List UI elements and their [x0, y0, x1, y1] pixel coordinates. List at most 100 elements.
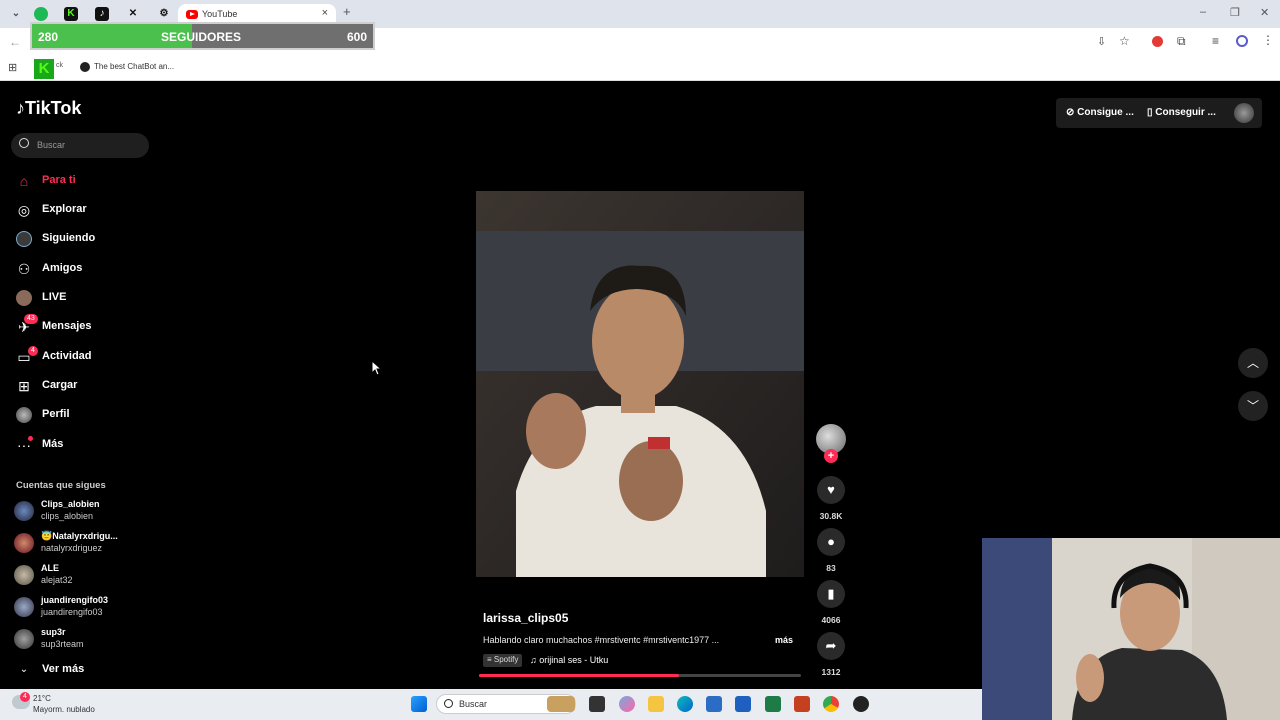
video-author[interactable]: larissa_clips05 — [483, 611, 568, 625]
followed-account[interactable]: 😇Natalyrxdrigu... natalyrxdriguez — [14, 529, 154, 557]
comment-icon: ● — [827, 534, 835, 549]
avatar — [14, 533, 34, 553]
get-coins-button[interactable]: ⊘ Consigue ... — [1066, 107, 1134, 118]
chevron-up-icon: ︿ — [1246, 356, 1259, 370]
comment-button[interactable]: ● — [817, 528, 845, 556]
maximize-icon[interactable]: ❐ — [1230, 6, 1240, 19]
video-caption: Hablando claro muchachos #mrstiventc #mr… — [483, 635, 720, 645]
sidebar-item-cargar[interactable]: ⊞ Cargar — [14, 375, 154, 397]
follower-goal: 600 — [346, 30, 367, 44]
get-app-button[interactable]: ▯ Conseguir ... — [1147, 107, 1216, 118]
spotify-tab-icon[interactable] — [34, 7, 48, 21]
account-name: sup3r — [41, 627, 66, 637]
video-progress-fill — [479, 674, 679, 677]
sidebar-item-label: Más — [42, 438, 64, 450]
avatar — [14, 501, 34, 521]
sidebar-item-perfil[interactable]: Perfil — [14, 404, 154, 426]
account-handle: clips_alobien — [41, 511, 94, 521]
follow-plus-button[interactable]: + — [824, 449, 838, 463]
search-icon — [19, 138, 29, 148]
chevron-down-icon: ﹀ — [1246, 399, 1259, 413]
avatar — [14, 629, 34, 649]
sidebar-item-mas[interactable]: ··· Más — [14, 434, 154, 456]
sound-name: orijinal ses - Utku — [539, 655, 609, 665]
excel-icon[interactable] — [765, 696, 781, 712]
avatar — [14, 565, 34, 585]
sidebar-item-label: Mensajes — [42, 320, 92, 332]
taskbar-search-input[interactable]: Buscar — [436, 694, 576, 714]
store-icon[interactable] — [706, 696, 722, 712]
media-icon[interactable]: ≡ — [1212, 34, 1219, 48]
sidebar-item-amigos[interactable]: ⚇ Amigos — [14, 258, 154, 280]
bookmark-icon: ▮ — [827, 586, 835, 601]
profile-avatar-icon — [16, 407, 32, 423]
next-video-button[interactable]: ﹀ — [1238, 391, 1268, 421]
x-tab-icon[interactable]: ✕ — [126, 7, 140, 21]
spotify-tag[interactable]: ≡ Spotify — [483, 654, 523, 667]
sidebar-item-siguiendo[interactable]: Siguiendo — [14, 228, 154, 250]
minimize-icon[interactable]: – — [1200, 6, 1206, 18]
sidebar-item-label: Actividad — [42, 350, 92, 362]
windows-start-icon[interactable] — [411, 696, 427, 712]
taskbar-search-placeholder: Buscar — [459, 699, 488, 709]
video-progress-bar[interactable] — [479, 674, 801, 677]
close-window-icon[interactable]: ✕ — [1260, 6, 1269, 19]
avatar[interactable] — [1234, 103, 1254, 123]
edge-icon[interactable] — [677, 696, 693, 712]
new-tab-button[interactable]: + — [343, 4, 351, 19]
sidebar-item-label: Cargar — [42, 379, 78, 391]
extension-red-icon[interactable] — [1152, 36, 1163, 47]
profile-icon[interactable] — [1236, 35, 1248, 47]
kick-tab-icon[interactable]: K — [64, 7, 78, 21]
followed-account[interactable]: juandirengifo03 juandirengifo03 — [14, 593, 154, 621]
previous-video-button[interactable]: ︿ — [1238, 348, 1268, 378]
word-icon[interactable] — [735, 696, 751, 712]
sidebar-item-live[interactable]: LIVE — [14, 287, 154, 309]
copilot-icon[interactable] — [619, 696, 635, 712]
sidebar-item-para-ti[interactable]: ⌂ Para ti — [14, 170, 154, 192]
search-input[interactable]: Buscar — [11, 133, 149, 158]
share-button[interactable]: ➦ — [817, 632, 845, 660]
sidebar-item-actividad[interactable]: ▭ 4 Actividad — [14, 346, 154, 368]
apps-grid-icon[interactable]: ⊞ — [8, 61, 17, 74]
sidebar-item-mensajes[interactable]: ✈ 43 Mensajes — [14, 314, 154, 338]
see-more-label: Ver más — [42, 663, 85, 675]
task-view-icon[interactable] — [589, 696, 605, 712]
chrome-icon[interactable] — [823, 696, 839, 712]
install-icon[interactable]: ⇩ — [1097, 35, 1106, 48]
see-more-button[interactable]: ⌄ Ver más — [14, 659, 154, 681]
chevron-down-icon: ⌄ — [19, 664, 29, 675]
bookmark-star-icon[interactable]: ☆ — [1119, 34, 1130, 48]
bookmark-chatbot[interactable]: The best ChatBot an... — [94, 62, 174, 71]
back-icon[interactable]: ← — [9, 35, 21, 49]
sidebar-item-explorar[interactable]: ◎ Explorar — [14, 199, 154, 221]
follower-current: 280 — [38, 30, 59, 44]
tiktok-note-icon: ♪ — [16, 98, 25, 118]
tab-search-icon[interactable]: ⌄ — [9, 7, 23, 21]
chatgpt-tab-icon[interactable]: ⚙ — [157, 7, 171, 21]
file-explorer-icon[interactable] — [648, 696, 664, 712]
account-name: ALE — [41, 563, 59, 573]
account-name: 😇Natalyrxdrigu... — [41, 531, 118, 542]
like-button[interactable]: ♥ — [817, 476, 845, 504]
compass-icon: ◎ — [17, 202, 31, 218]
close-tab-icon[interactable]: × — [322, 7, 328, 19]
followed-account[interactable]: sup3r sup3rteam — [14, 625, 154, 653]
emoji-icon: 😇 — [41, 531, 53, 541]
tiktok-app-icon[interactable] — [853, 696, 869, 712]
video-player[interactable] — [476, 191, 804, 577]
extensions-icon[interactable]: ⧉ — [1177, 34, 1186, 49]
save-button[interactable]: ▮ — [817, 580, 845, 608]
heart-icon: ♥ — [827, 482, 835, 497]
caption-more-button[interactable]: más — [775, 635, 793, 645]
tiktok-logo-text: TikTok — [25, 98, 82, 118]
menu-icon[interactable]: ⋮ — [1262, 33, 1274, 47]
get-coins-label: Consigue ... — [1077, 107, 1134, 118]
tiktok-logo[interactable]: ♪TikTok — [16, 98, 81, 119]
tiktok-tab-icon[interactable]: ♪ — [95, 7, 109, 21]
video-sound[interactable]: ♫ orijinal ses - Utku — [530, 655, 608, 665]
upload-icon: ⊞ — [18, 378, 30, 394]
powerpoint-icon[interactable] — [794, 696, 810, 712]
followed-account[interactable]: ALE alejat32 — [14, 561, 154, 589]
followed-account[interactable]: Clips_alobien clips_alobien — [14, 497, 154, 525]
